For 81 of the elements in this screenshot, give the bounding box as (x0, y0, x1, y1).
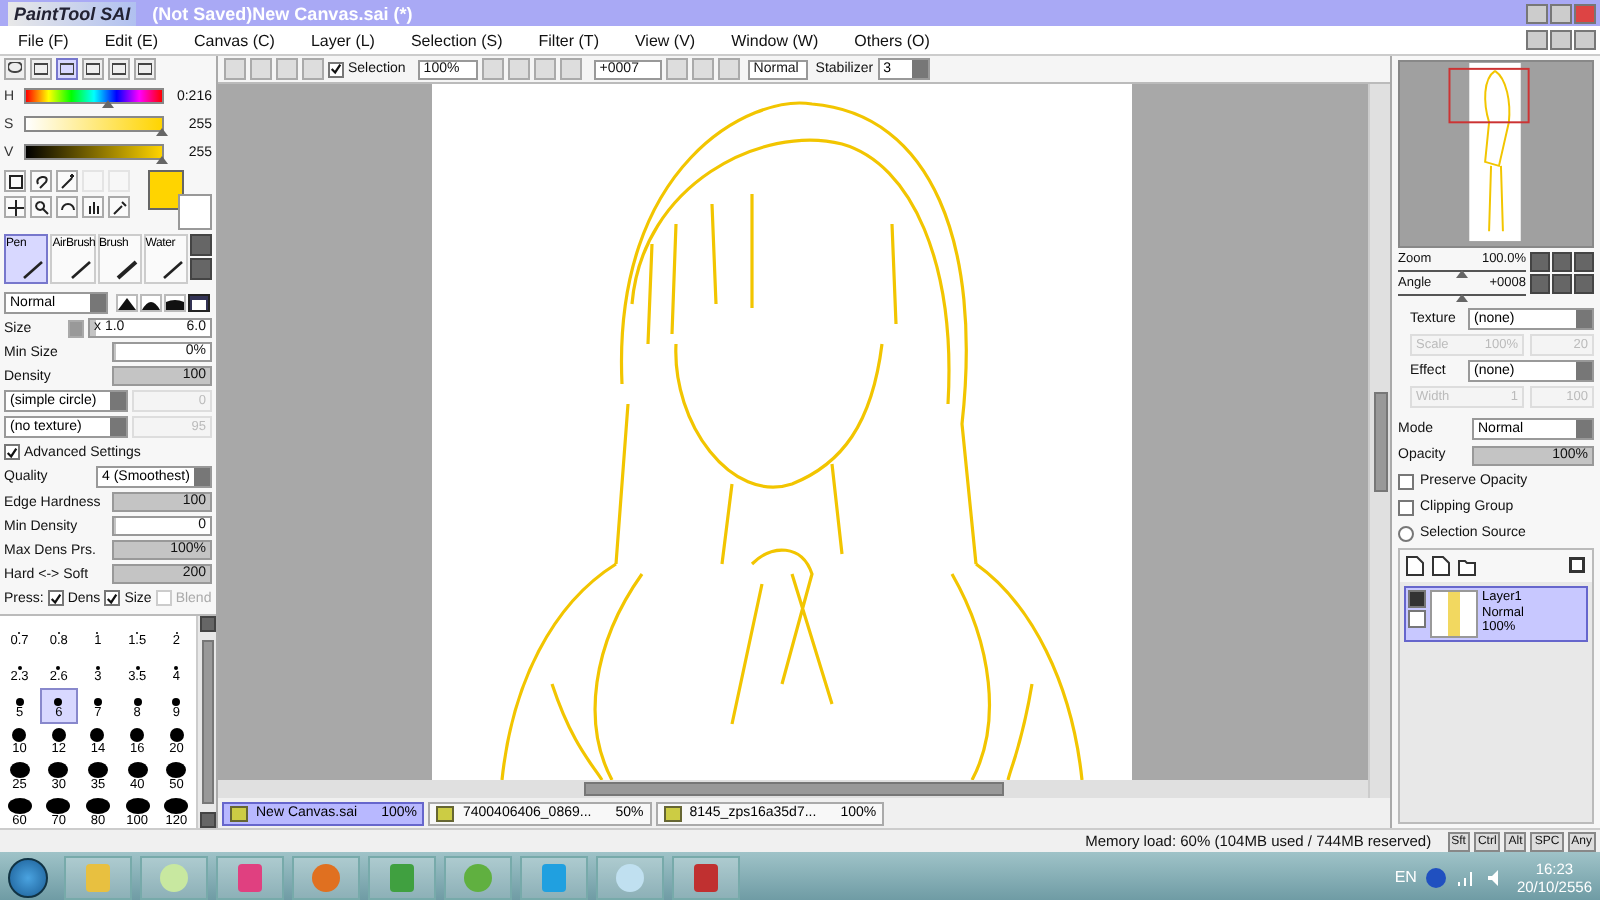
eye-icon[interactable] (1408, 590, 1426, 608)
taskbar-app-button[interactable] (368, 855, 436, 899)
signal-icon[interactable] (1456, 867, 1477, 887)
window-title: (Not Saved)New Canvas.sai (*) (152, 3, 415, 23)
color-mode-icon[interactable] (82, 58, 104, 80)
scroll-down-icon[interactable] (199, 812, 215, 828)
taskbar-app-button[interactable] (596, 855, 664, 899)
minimize-button[interactable] (1526, 30, 1548, 50)
color-slider-track[interactable] (24, 116, 164, 132)
secondary-color-swatch[interactable] (177, 194, 212, 230)
zoom-step-icon[interactable] (533, 58, 556, 80)
marquee-tool-icon[interactable] (4, 170, 26, 192)
restore-button[interactable] (1550, 30, 1572, 50)
brush-stroke-icon (22, 260, 47, 280)
slider-thumb[interactable] (101, 100, 114, 108)
move-tool-icon[interactable] (4, 196, 26, 218)
zoom-tool-icon[interactable] (30, 196, 52, 218)
new-file-icon[interactable] (1432, 556, 1450, 576)
brush-tip-shape[interactable] (140, 293, 162, 311)
menu-item[interactable]: Edit (E) (86, 31, 176, 49)
menu-item[interactable]: Layer (L) (292, 31, 393, 49)
color-mode-icon[interactable] (4, 58, 26, 80)
checkbox[interactable] (4, 444, 20, 460)
rotate-step-icon[interactable] (665, 58, 688, 80)
pen-icon[interactable] (1408, 610, 1426, 628)
checkbox[interactable] (104, 590, 121, 606)
rotate-step-icon[interactable] (691, 58, 714, 80)
zoom-step-icon[interactable] (559, 58, 582, 80)
app-logo: PaintTool SAI (8, 1, 137, 25)
color-mode-icon[interactable] (30, 58, 52, 80)
primary-color-swatch[interactable] (148, 170, 183, 210)
checkbox[interactable] (328, 61, 344, 77)
start-button[interactable] (8, 857, 48, 897)
rotate-step-icon[interactable] (717, 58, 740, 80)
lasso-tool-icon[interactable] (30, 170, 52, 192)
zoom-step-icon[interactable] (507, 58, 530, 80)
menu-item[interactable]: Selection (S) (392, 31, 521, 49)
taskbar-app-button[interactable] (140, 855, 208, 899)
menu-item[interactable]: Filter (T) (520, 31, 617, 49)
scrollbar-thumb[interactable] (583, 782, 1003, 796)
layer-thumbnail (1430, 590, 1478, 638)
close-button[interactable] (1574, 3, 1596, 23)
scrollbar-thumb[interactable] (1373, 391, 1387, 491)
brush-stroke-icon (115, 260, 140, 280)
checkbox[interactable] (1398, 473, 1414, 489)
menu-item[interactable]: Window (W) (713, 31, 837, 49)
slider-thumb[interactable] (1456, 270, 1468, 278)
new-layer-icon[interactable] (1406, 556, 1424, 576)
navigator-preview[interactable] (1398, 60, 1594, 248)
minimize-button[interactable] (1526, 3, 1548, 23)
close-button[interactable] (1574, 30, 1596, 50)
checkbox[interactable] (47, 590, 64, 606)
brush-stroke-icon (162, 260, 186, 280)
mask-icon[interactable] (1568, 556, 1586, 574)
scrollbar-thumb[interactable] (201, 640, 213, 804)
color-mode-icon[interactable] (108, 58, 130, 80)
taskbar-app-button[interactable] (216, 855, 284, 899)
taskbar-app-button[interactable] (672, 855, 740, 899)
taskbar-app-button[interactable] (292, 855, 360, 899)
size-lock-icon[interactable] (68, 319, 84, 337)
brush-stroke-icon (69, 260, 93, 280)
brush-tip-shape[interactable] (164, 293, 186, 311)
menu-item[interactable]: Others (O) (836, 31, 948, 49)
brush-tip-shape[interactable] (188, 293, 210, 311)
brush-tip-shape[interactable] (116, 293, 138, 311)
zoom-step-icon[interactable] (481, 58, 504, 80)
eyedropper-tool-icon[interactable] (108, 196, 130, 218)
menu-item[interactable]: View (V) (616, 31, 714, 49)
wand-tool-icon[interactable] (56, 170, 78, 192)
menu-item[interactable]: File (F) (0, 31, 87, 49)
menu-item[interactable]: Canvas (C) (176, 31, 293, 49)
color-mode-icon[interactable] (56, 58, 78, 80)
color-slider-track[interactable] (24, 144, 164, 160)
maximize-button[interactable] (1550, 3, 1572, 23)
slider-thumb[interactable] (156, 128, 168, 136)
rotate-tool-icon[interactable] (56, 196, 78, 218)
color-mode-icon[interactable] (134, 58, 156, 80)
radio-button[interactable] (1398, 525, 1414, 541)
checkbox[interactable] (1398, 499, 1414, 515)
color-slider-track[interactable] (24, 88, 164, 104)
scroll-up-icon[interactable] (199, 616, 215, 632)
